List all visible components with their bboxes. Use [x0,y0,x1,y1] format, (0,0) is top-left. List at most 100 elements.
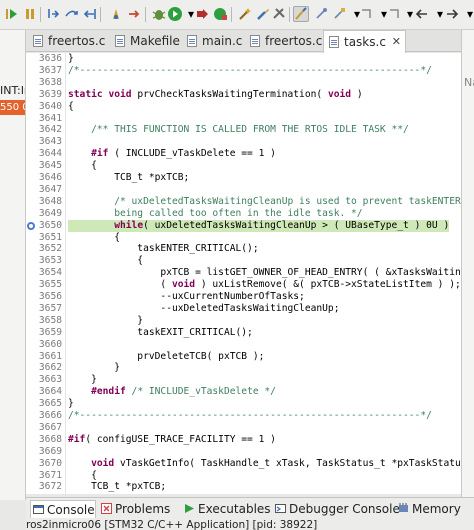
back-icon[interactable] [414,6,430,22]
tab-label: Console [47,503,95,517]
code-line[interactable]: 3652 taskENTER_CRITICAL(); [26,243,461,255]
search-icon[interactable] [331,6,347,22]
run-icon[interactable] [167,6,183,22]
code-line[interactable]: 3643 [26,136,461,148]
code-line[interactable]: 3654 pxTCB = listGET_OWNER_OF_HEAD_ENTRY… [26,267,461,279]
line-number: 3671 [38,469,62,481]
code-line[interactable]: 3658 } [26,315,461,327]
dropdown-icon-5[interactable]: ▾ [462,6,474,22]
step-return-icon[interactable] [82,6,98,22]
tab-label: tasks.c [344,35,386,49]
code-line[interactable]: 3640 { [26,101,461,113]
forward-icon[interactable] [444,6,460,22]
suspend-icon[interactable] [22,6,38,22]
pin-icon[interactable] [313,6,329,22]
line-number: 3667 [38,421,62,433]
tab-main-c[interactable]: main.c [182,30,242,52]
line-number: 3648 [38,195,62,207]
code-editor[interactable]: 3636} 3637/*-----------------------------… [26,53,461,494]
step-into-icon[interactable] [46,6,62,22]
code-line[interactable]: 3660 [26,339,461,351]
code-text: being called too often in the idle task.… [68,207,363,219]
debug-icon[interactable] [151,6,167,22]
file-makefile-icon [115,35,125,47]
code-line[interactable]: 3666 /*----------------------------------… [26,410,461,422]
external-tools-icon[interactable] [212,6,228,22]
line-number: 3650 [38,219,62,231]
new-wizard-icon[interactable] [237,6,253,22]
code-line[interactable]: 3639 static void prvCheckTasksWaitingTerm… [26,89,461,101]
tools-icon[interactable] [271,6,287,22]
step-over-icon[interactable] [64,6,80,22]
main-toolbar: ▾ ▾ ▾ ▾ ▾ ▾ [0,0,474,30]
code-line[interactable]: 3665} [26,398,461,410]
code-line[interactable]: 3653 { [26,255,461,267]
code-text: TCB_t *pxTCB; [68,172,190,183]
code-line[interactable]: 3659 taskEXIT_CRITICAL(); [26,327,461,339]
code-line[interactable]: 3672 TCB_t *pxTCB; [26,481,461,493]
code-line[interactable]: 3642 /** THIS FUNCTION IS CALLED FROM TH… [26,124,461,136]
code-text: } [68,398,74,410]
tab-label: main.c [202,34,243,48]
line-number: 3673 [32,493,62,494]
code-line[interactable]: 3668 #if( configUSE_TRACE_FACILITY == 1 ) [26,434,461,446]
code-line[interactable]: 3661 prvDeleteTCB( pxTCB ); [26,351,461,363]
code-line[interactable]: 3650 while( uxDeletedTasksWaitingCleanUp… [26,219,461,232]
code-text: { [68,255,144,267]
left-panel: INT:In 550 0x [0,30,26,500]
instruction-step-icon[interactable] [126,6,142,22]
code-line[interactable]: 3657 --uxDeletedTasksWaitingCleanUp; [26,303,461,315]
tab-tasks-c[interactable]: tasks.c ✕ [323,30,406,53]
file-c-icon [33,35,43,47]
tab-makefile[interactable]: Makefile [110,30,180,52]
line-number: 3654 [38,267,62,279]
console-status-text: ros2inmicro06 [STM32 C/C++ Application] … [26,519,318,530]
code-line[interactable]: 3663 } [26,374,461,386]
code-line[interactable]: 3655 ( void ) uxListRemove( &( pxTCB->xS… [26,279,461,291]
code-line[interactable]: 3651 { [26,232,461,244]
toggle-mark-icon[interactable] [293,6,309,22]
tab-freertos-c-1[interactable]: freertos.c [28,30,105,52]
code-line[interactable]: 3670 void vTaskGetInfo( TaskHandle_t xTa… [26,458,461,470]
tab-problems[interactable]: Problems [99,500,170,518]
code-line[interactable]: 3637 /*----------------------------------… [26,65,461,77]
code-line[interactable]: 3671 { [26,470,461,482]
prev-annotation-icon[interactable] [358,6,374,22]
file-c-icon [329,36,339,48]
tab-executables[interactable]: Executables [182,500,271,518]
line-number: 3657 [38,302,62,314]
code-line[interactable]: 3644 #if ( INCLUDE_vTaskDelete == 1 ) [26,148,461,160]
line-number: 3642 [38,124,62,136]
code-line[interactable]: 3638 [26,77,461,89]
code-line[interactable]: 3641 [26,113,461,125]
toggle-breakpoint-icon[interactable] [108,6,124,22]
code-line[interactable]: 3648 /* uxDeletedTasksWaitingCleanUp is … [26,196,461,208]
code-line[interactable]: 3656 --uxCurrentNumberOfTasks; [26,291,461,303]
code-line[interactable]: 3667 [26,422,461,434]
code-line[interactable]: 3669 [26,446,461,458]
code-line[interactable]: 3649 being called too often in the idle … [26,208,461,220]
tab-console[interactable]: Console [30,500,96,518]
stop-icon[interactable] [194,6,210,22]
code-text: prvDeleteTCB( pxTCB ); [68,350,265,362]
tab-debugger-console[interactable]: Debugger Console [273,500,400,518]
brush-icon[interactable] [255,6,271,22]
code-line[interactable]: 3645 { [26,160,461,172]
code-line[interactable]: 3647 [26,184,461,196]
code-line[interactable]: 3673 [26,493,461,494]
code-line[interactable]: 3646 TCB_t *pxTCB; [26,172,461,184]
code-text: #endif /* INCLUDE_vTaskDelete */ [91,386,276,398]
close-icon[interactable]: ✕ [392,31,401,53]
line-number: 3663 [38,374,62,386]
line-number: 3666 [38,410,62,421]
line-number: 3662 [38,362,62,374]
code-line[interactable]: 3664 #endif /* INCLUDE_vTaskDelete */ [26,386,461,398]
line-number: 3646 [38,172,62,183]
left-panel-address[interactable]: 550 0x [0,100,25,115]
code-line[interactable]: 3636} [26,53,461,65]
resume-icon[interactable] [4,6,20,22]
tab-memory[interactable]: Memory [396,500,461,518]
tab-freertos-c-2[interactable]: freertos.c [245,30,322,52]
code-line[interactable]: 3662 } [26,362,461,374]
last-edit-icon[interactable] [386,6,402,22]
